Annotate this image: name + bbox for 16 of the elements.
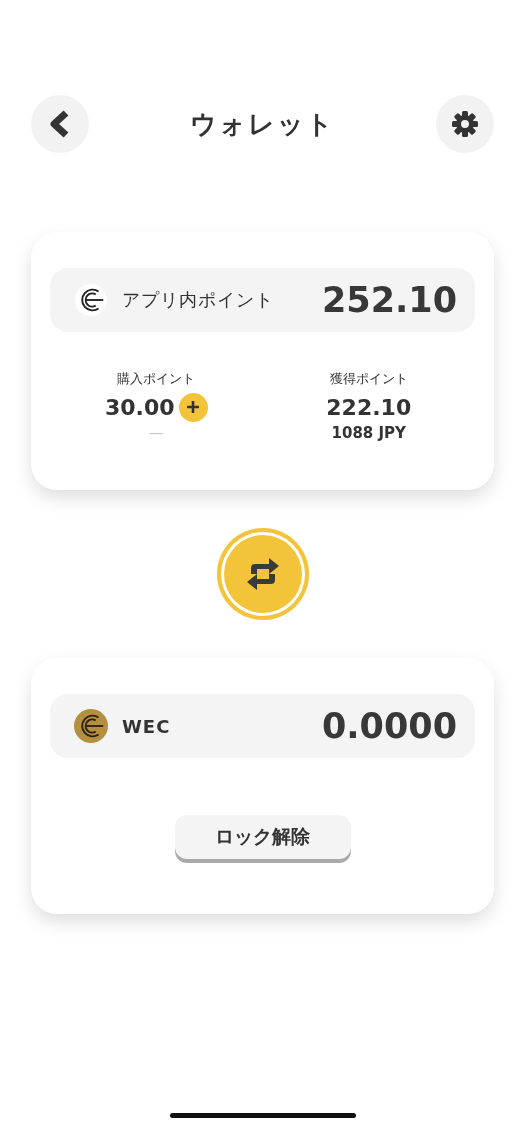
stat-label: 購入ポイント: [117, 370, 196, 388]
plus-icon: [186, 400, 201, 414]
page-title: ウォレット: [190, 107, 335, 141]
stat-subtext: 1088 JPY: [331, 424, 406, 442]
stat-value: 222.10: [326, 394, 412, 420]
points-total: 252.10: [321, 280, 457, 320]
coin-logo-icon: [74, 709, 108, 743]
wec-label: WEC: [122, 715, 171, 737]
coin-logo-icon: [74, 283, 108, 317]
add-points-button[interactable]: [178, 392, 208, 422]
stat-subtext: —: [148, 424, 164, 442]
wec-total: 0.0000: [321, 706, 457, 746]
points-label: アプリ内ポイント: [122, 288, 274, 312]
stat-value: 30.00: [104, 394, 175, 420]
stat-label: 獲得ポイント: [329, 370, 408, 388]
settings-icon: [451, 110, 479, 138]
